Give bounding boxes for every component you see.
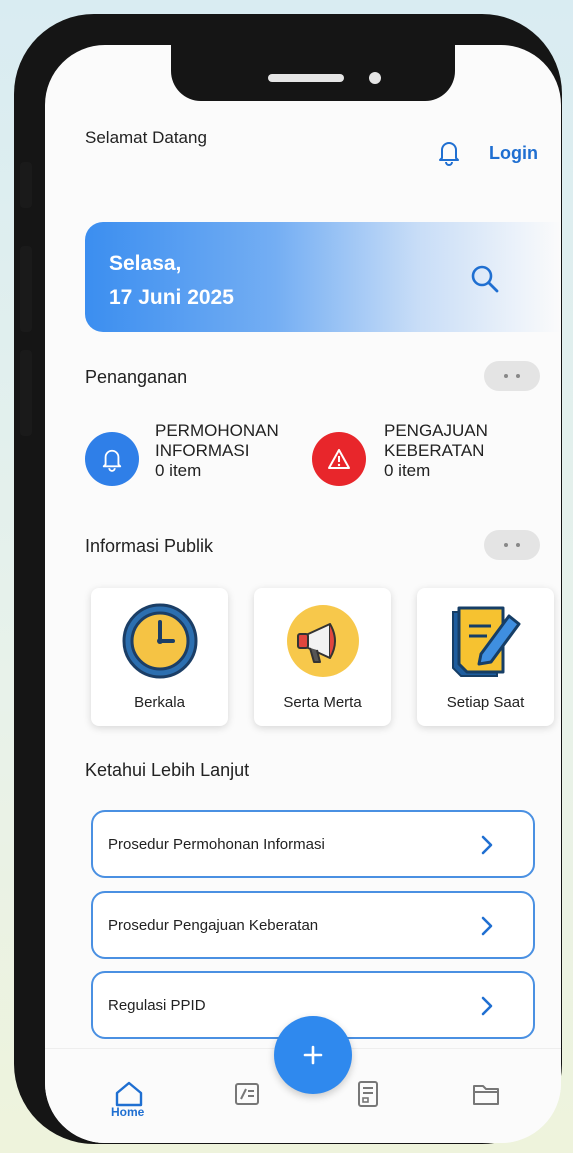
more-options-button[interactable] <box>484 530 540 560</box>
folder-icon[interactable] <box>469 1077 503 1111</box>
chevron-right-icon <box>481 916 493 936</box>
bell-icon <box>102 449 122 472</box>
section-title-informasi-publik: Informasi Publik <box>85 536 214 556</box>
info-card-label: Setiap Saat <box>446 694 525 711</box>
info-card-setiap-saat[interactable]: Setiap Saat <box>417 588 554 726</box>
edit-note-icon[interactable] <box>230 1077 264 1111</box>
warning-icon <box>328 449 350 469</box>
phone-frame: Selamat Datang Login Selasa, 17 Juni 202… <box>14 14 562 1144</box>
info-card-berkala[interactable]: Berkala <box>91 588 228 726</box>
dot <box>504 543 508 547</box>
status-line1: PENGAJUAN <box>384 421 488 440</box>
link-prosedur-keberatan[interactable]: Prosedur Pengajuan Keberatan <box>91 891 535 959</box>
receipt-icon[interactable] <box>351 1077 385 1111</box>
chevron-right-icon <box>481 996 493 1016</box>
link-label: Prosedur Pengajuan Keberatan <box>108 917 319 934</box>
section-title-lanjut: Ketahui Lebih Lanjut <box>85 760 250 780</box>
status-count: 0 item <box>155 461 202 480</box>
info-card-label: Serta Merta <box>283 694 362 711</box>
status-line2: KEBERATAN <box>384 441 485 460</box>
megaphone-icon <box>287 605 359 677</box>
keberatan-status-label[interactable]: PENGAJUAN KEBERATAN 0 item <box>384 421 488 481</box>
status-line2: INFORMASI <box>155 441 250 460</box>
dot <box>516 543 520 547</box>
nav-home-label[interactable]: Home <box>111 1105 144 1119</box>
keberatan-status-circle[interactable] <box>312 432 366 486</box>
section-title-penanganan: Penanganan <box>85 367 188 387</box>
status-count: 0 item <box>384 461 431 480</box>
phone-side-button <box>20 350 32 436</box>
phone-notch <box>171 45 455 101</box>
link-label: Regulasi PPID <box>108 997 206 1014</box>
add-icon <box>303 1045 323 1065</box>
phone-side-button <box>20 162 32 208</box>
add-button[interactable] <box>274 1016 352 1094</box>
dot <box>504 374 508 378</box>
status-line1: PERMOHONAN <box>155 421 279 440</box>
camera-dot <box>369 72 381 84</box>
clock-icon <box>122 603 198 679</box>
info-card-serta-merta[interactable]: Serta Merta <box>254 588 391 726</box>
date-day: Selasa, <box>109 252 182 275</box>
speaker-grille <box>268 74 344 82</box>
date-full: 17 Juni 2025 <box>109 286 234 309</box>
login-button[interactable]: Login <box>489 143 538 164</box>
link-label: Prosedur Permohonan Informasi <box>108 836 325 853</box>
search-icon[interactable] <box>470 264 500 294</box>
permohonan-status-label[interactable]: PERMOHONAN INFORMASI 0 item <box>155 421 279 481</box>
greeting-text: Selamat Datang <box>85 128 207 147</box>
link-prosedur-permohonan[interactable]: Prosedur Permohonan Informasi <box>91 810 535 878</box>
document-edit-icon <box>452 606 521 677</box>
app-screen: Selamat Datang Login Selasa, 17 Juni 202… <box>45 45 561 1143</box>
phone-side-button <box>20 246 32 332</box>
chevron-right-icon <box>481 835 493 855</box>
notification-bell-icon[interactable] <box>437 138 461 166</box>
dot <box>516 374 520 378</box>
info-card-label: Berkala <box>134 694 185 711</box>
date-card: Selasa, 17 Juni 2025 <box>85 222 561 332</box>
more-options-button[interactable] <box>484 361 540 391</box>
permohonan-status-circle[interactable] <box>85 432 139 486</box>
